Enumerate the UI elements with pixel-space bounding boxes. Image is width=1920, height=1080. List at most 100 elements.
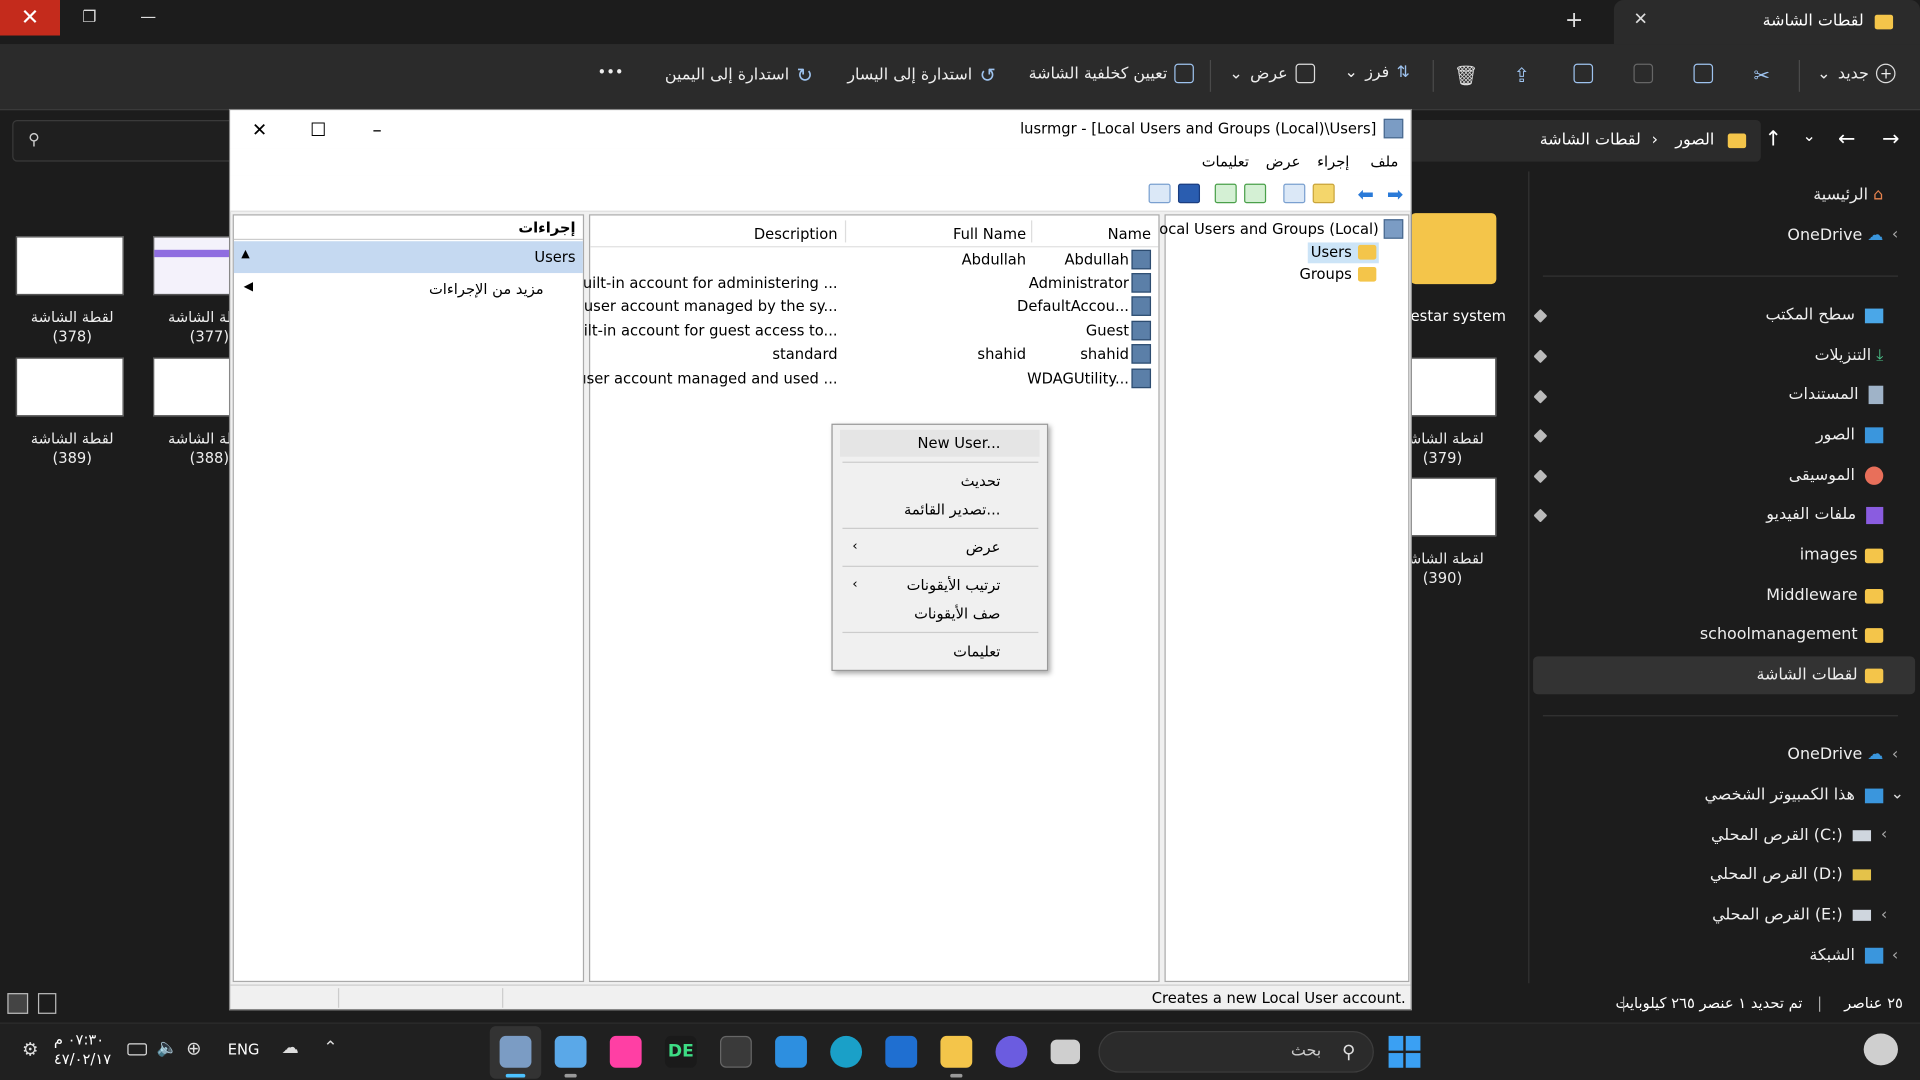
collapse-arrow-icon[interactable]: ▲: [241, 249, 249, 261]
language-indicator[interactable]: ENG: [228, 1041, 260, 1058]
nav-onedrive[interactable]: OneDrive ☁: [1787, 227, 1883, 245]
view-button[interactable]: ⌄ عرض: [1229, 63, 1315, 84]
expand-chevron-icon[interactable]: ‹: [1881, 906, 1887, 924]
expand-chevron-icon[interactable]: ‹: [1892, 947, 1898, 965]
folder-large-icon[interactable]: [1410, 213, 1497, 285]
new-tab-button[interactable]: +: [1565, 7, 1583, 33]
nav-schoolmanagement[interactable]: schoolmanagement: [1700, 626, 1884, 644]
more-options-button[interactable]: •••: [598, 64, 624, 81]
lusrmgr-minimize-button[interactable]: –: [348, 110, 407, 148]
details-view-icon[interactable]: [7, 993, 29, 1014]
rotate-left-button[interactable]: استدارة إلى اليسار ↺: [847, 64, 996, 87]
dbeaver-icon[interactable]: DE: [664, 1035, 697, 1068]
new-button[interactable]: ⌄ جديد +: [1817, 63, 1896, 84]
nav-pictures[interactable]: الصور: [1816, 426, 1884, 444]
up-arrow-icon[interactable]: ↑: [1765, 127, 1782, 151]
copy-button[interactable]: [1693, 63, 1714, 84]
battery-icon[interactable]: [127, 1043, 147, 1056]
nav-this-pc[interactable]: هذا الكمبيوتر الشخصي: [1705, 786, 1884, 804]
breadcrumb-screenshots[interactable]: لقطات الشاشة: [1540, 131, 1641, 149]
actions-section-users[interactable]: ▲ Users: [233, 241, 583, 274]
recent-dropdown-icon[interactable]: ⌄: [1802, 127, 1815, 145]
nav-drive-e[interactable]: القرص المحلي (E:): [1712, 906, 1872, 924]
thumbnail-379[interactable]: [1410, 357, 1497, 417]
nav-music[interactable]: الموسيقى: [1789, 466, 1884, 485]
menu-file[interactable]: ملف: [1370, 153, 1398, 170]
nav-images[interactable]: images: [1800, 546, 1884, 564]
clock-time[interactable]: ٠٧:٣٠ م: [54, 1031, 104, 1048]
column-full-name[interactable]: Full Name: [953, 225, 1026, 242]
sort-button[interactable]: ⌄ فرز ⇅: [1345, 64, 1410, 82]
nav-videos[interactable]: ملفات الفيديو: [1766, 506, 1884, 524]
expand-chevron-icon[interactable]: ‹: [1881, 825, 1887, 843]
lusrmgr-maximize-button[interactable]: ☐: [289, 110, 348, 148]
store-icon[interactable]: [885, 1035, 918, 1068]
breadcrumb-pictures[interactable]: الصور: [1675, 131, 1714, 149]
folder-search-input[interactable]: ⚲: [12, 120, 241, 162]
properties-icon[interactable]: [1148, 183, 1171, 204]
column-description[interactable]: Description: [754, 225, 838, 242]
forward-arrow-icon[interactable]: →: [1882, 127, 1899, 151]
explorer-minimize-button[interactable]: —: [120, 0, 176, 36]
delete-button[interactable]: 🗑: [1453, 64, 1478, 87]
thumbnail-378[interactable]: [15, 236, 124, 296]
control-panel-icon[interactable]: [554, 1035, 587, 1068]
task-view-icon[interactable]: [1050, 1039, 1081, 1065]
menu-view[interactable]: عرض: [1266, 153, 1301, 170]
menu-item-new-user[interactable]: New User...: [918, 435, 1001, 452]
edge-icon[interactable]: [830, 1035, 863, 1068]
mail-icon[interactable]: [775, 1035, 807, 1068]
s-app-icon[interactable]: [720, 1035, 752, 1068]
settings-gear-icon[interactable]: ⚙: [22, 1038, 38, 1060]
thumbnail-389[interactable]: [15, 357, 124, 417]
set-background-button[interactable]: تعيين كخلفية الشاشة: [1029, 63, 1195, 84]
tree-root[interactable]: Local Users and Groups (Local): [1151, 220, 1379, 237]
lusrmgr-close-button[interactable]: ✕: [230, 110, 289, 148]
refresh-icon[interactable]: [1244, 183, 1267, 204]
onedrive-offline-icon[interactable]: ☁: [282, 1038, 299, 1058]
nav-drive-c[interactable]: القرص المحلي (C:): [1711, 827, 1872, 845]
column-name[interactable]: Name: [1108, 225, 1151, 242]
nav-documents[interactable]: المستندات: [1789, 385, 1884, 405]
more-actions-item[interactable]: ◀ مزيد من الإجراءات: [234, 277, 583, 304]
explorer-close-button[interactable]: ✕: [0, 0, 61, 36]
rotate-right-button[interactable]: استدارة إلى اليمين ↻: [665, 64, 813, 87]
cut-button[interactable]: ✂: [1753, 64, 1769, 87]
taskbar-search-box[interactable]: ⚲ بحث: [1098, 1031, 1374, 1073]
rename-button[interactable]: [1573, 63, 1594, 84]
tree-users[interactable]: Users: [1311, 244, 1352, 261]
address-bar[interactable]: الصور › لقطات الشاشة: [1400, 120, 1761, 162]
menu-item-help[interactable]: تعليمات: [953, 643, 1000, 660]
start-button[interactable]: [1388, 1035, 1421, 1068]
volume-icon[interactable]: 🔈: [157, 1038, 178, 1058]
menu-item-line-up-icons[interactable]: صف الأيقونات: [914, 605, 1000, 622]
tree-groups[interactable]: Groups: [1299, 266, 1351, 283]
nav-drive-d[interactable]: القرص المحلي (D:): [1710, 866, 1872, 884]
clock-date[interactable]: ٤٧/٠٢/١٧: [54, 1051, 111, 1068]
menu-item-view[interactable]: عرض: [966, 539, 1001, 556]
tray-chevron-icon[interactable]: ⌃: [323, 1038, 337, 1058]
menu-item-refresh[interactable]: تحديث: [961, 473, 1001, 490]
menu-item-arrange-icons[interactable]: ترتيب الأيقونات: [907, 577, 1001, 594]
share-button[interactable]: ⇪: [1513, 64, 1529, 87]
show-hide-tree-icon[interactable]: [1283, 183, 1306, 204]
nav-home[interactable]: الرئيسية ⌂: [1813, 186, 1883, 204]
file-explorer-taskbar-icon[interactable]: [940, 1035, 973, 1068]
explorer-restore-button[interactable]: ❐: [61, 0, 117, 36]
nav-onedrive-2[interactable]: OneDrive ☁: [1787, 746, 1883, 764]
n-app-icon[interactable]: [609, 1035, 642, 1068]
thumbnail-390[interactable]: [1410, 477, 1497, 537]
menu-action[interactable]: إجراء: [1317, 153, 1349, 170]
teams-chat-icon[interactable]: [995, 1035, 1028, 1068]
lusrmgr-taskbar-icon[interactable]: [499, 1035, 532, 1068]
nav-downloads[interactable]: التنزيلات ⤓: [1815, 347, 1884, 365]
menu-item-export[interactable]: تصدير القائمة...: [904, 501, 1000, 518]
nav-network[interactable]: الشبكة: [1809, 947, 1884, 965]
nav-screenshots[interactable]: لقطات الشاشة: [1757, 666, 1884, 684]
expand-chevron-icon[interactable]: ‹: [1892, 225, 1898, 243]
collapse-chevron-icon[interactable]: ⌄: [1891, 785, 1904, 803]
notification-cloud-icon[interactable]: [1863, 1033, 1898, 1066]
list-view-icon[interactable]: [37, 993, 57, 1014]
forward-arrow-icon[interactable]: ➡: [1387, 182, 1403, 205]
tab-close-icon[interactable]: ✕: [1633, 10, 1647, 30]
